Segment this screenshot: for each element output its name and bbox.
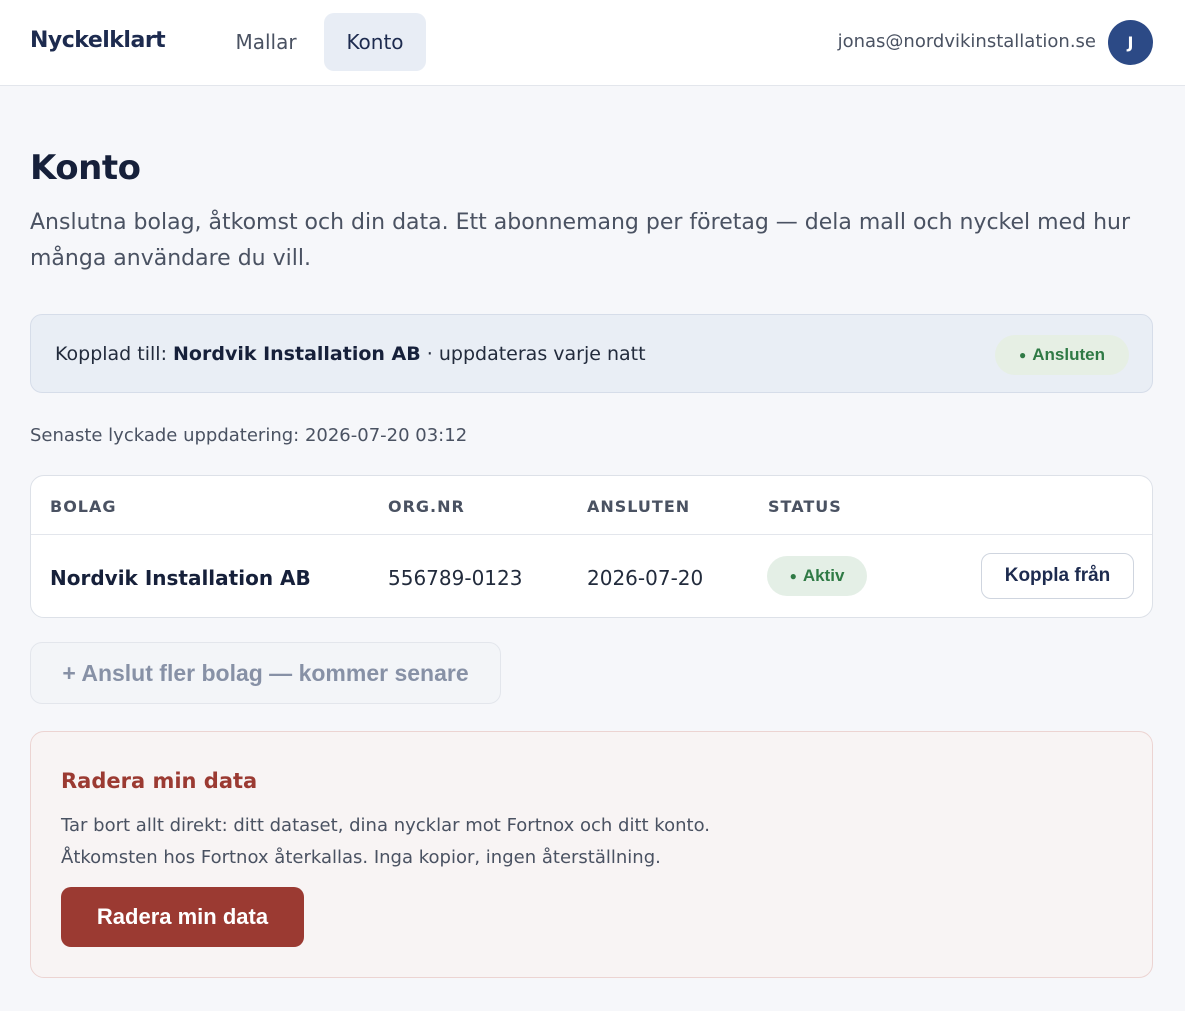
page-subtitle: Anslutna bolag, åtkomst och din data. Et… [30, 210, 1131, 271]
column-header-company: BOLAG [50, 497, 117, 516]
delete-data-line-1: Tar bort allt direkt: ditt dataset, dina… [61, 815, 710, 836]
status-dot-icon: ● [1019, 348, 1027, 362]
connection-prefix: Kopplad till: [55, 343, 174, 365]
row-status-badge: ● Aktiv [767, 556, 867, 596]
row-company-name: Nordvik Installation AB [50, 566, 311, 590]
disconnect-button[interactable]: Koppla från [981, 553, 1134, 599]
table-divider [31, 534, 1152, 535]
delete-data-description: Tar bort allt direkt: ditt dataset, dina… [61, 810, 710, 874]
tab-mallar[interactable]: Mallar [216, 13, 316, 71]
user-email: jonas@nordvikinstallation.se [837, 31, 1096, 52]
row-status-label: Aktiv [802, 566, 845, 585]
connection-text: Kopplad till: Nordvik Installation AB · … [55, 343, 646, 365]
connection-status-label: Ansluten [1032, 345, 1105, 364]
connected-company-name: Nordvik Installation AB [173, 343, 421, 365]
delete-data-button[interactable]: Radera min data [61, 887, 304, 947]
user-avatar[interactable]: J [1108, 20, 1153, 65]
delete-data-section: Radera min data Tar bort allt direkt: di… [30, 731, 1153, 978]
companies-table: BOLAG ORG.NR ANSLUTEN STATUS Nordvik Ins… [30, 475, 1153, 618]
last-update-text: Senaste lyckade uppdatering: 2026-07-20 … [30, 425, 468, 446]
column-header-status: STATUS [768, 497, 842, 516]
connection-banner: Kopplad till: Nordvik Installation AB · … [30, 314, 1153, 393]
brand-logo[interactable]: Nyckelklart [30, 28, 166, 53]
connection-schedule: · uppdateras varje natt [420, 343, 646, 365]
column-header-connected: ANSLUTEN [587, 497, 691, 516]
row-org-nr: 556789-0123 [388, 566, 523, 590]
column-header-org-nr: ORG.NR [388, 497, 465, 516]
row-connected-date: 2026-07-20 [587, 566, 704, 590]
top-navigation-bar: Nyckelklart Mallar Konto jonas@nordvikin… [0, 0, 1185, 86]
delete-data-title: Radera min data [61, 769, 258, 793]
connect-more-companies-button[interactable]: + Anslut fler bolag — kommer senare [30, 642, 501, 704]
status-dot-icon: ● [789, 569, 797, 583]
delete-data-line-2: Åtkomsten hos Fortnox återkallas. Inga k… [61, 847, 661, 868]
tab-konto[interactable]: Konto [324, 13, 426, 71]
connection-status-badge: ● Ansluten [995, 335, 1129, 375]
page-title: Konto [30, 148, 141, 188]
